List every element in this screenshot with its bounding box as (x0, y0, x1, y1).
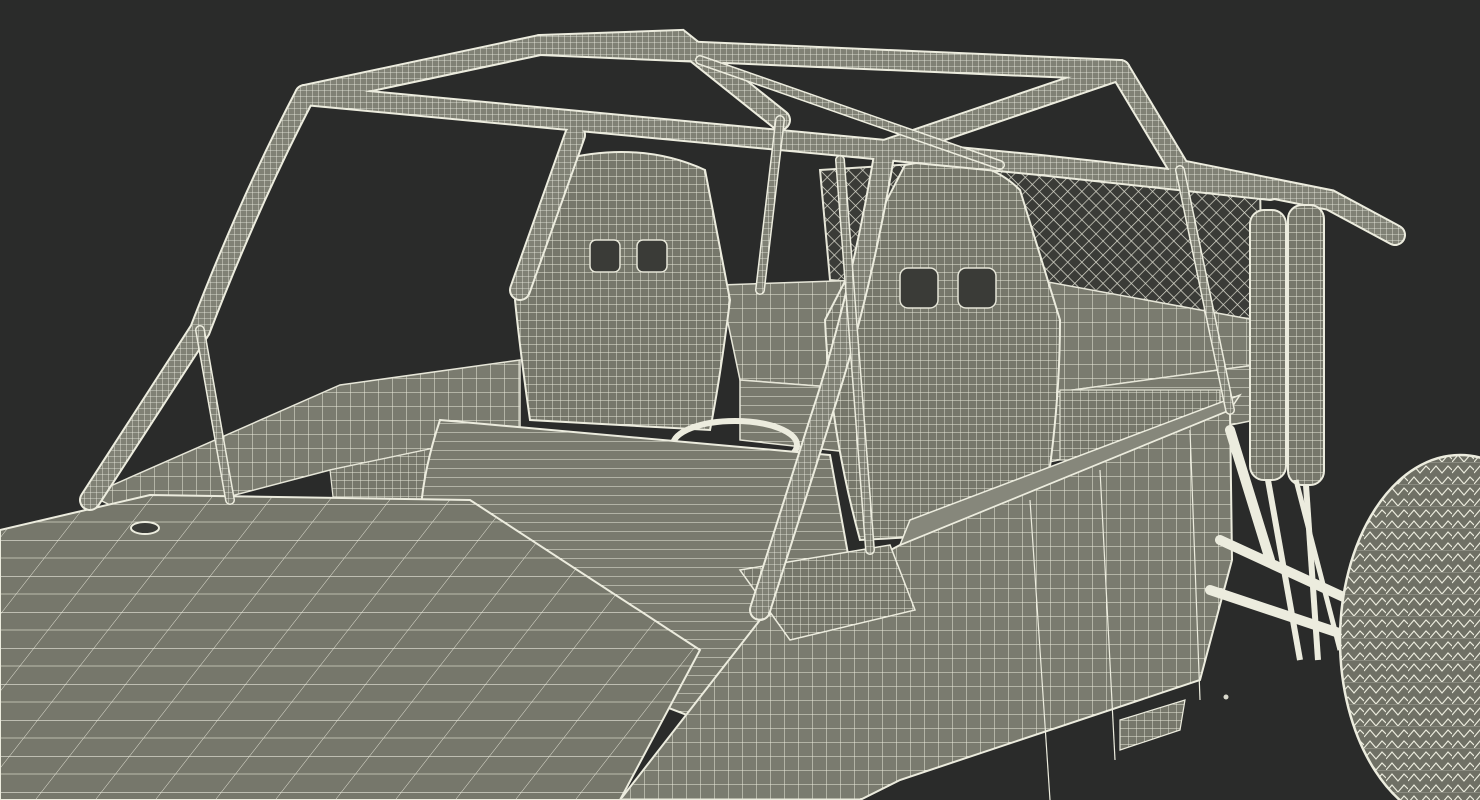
render-viewport (0, 0, 1480, 800)
wireframe-render (0, 0, 1480, 800)
